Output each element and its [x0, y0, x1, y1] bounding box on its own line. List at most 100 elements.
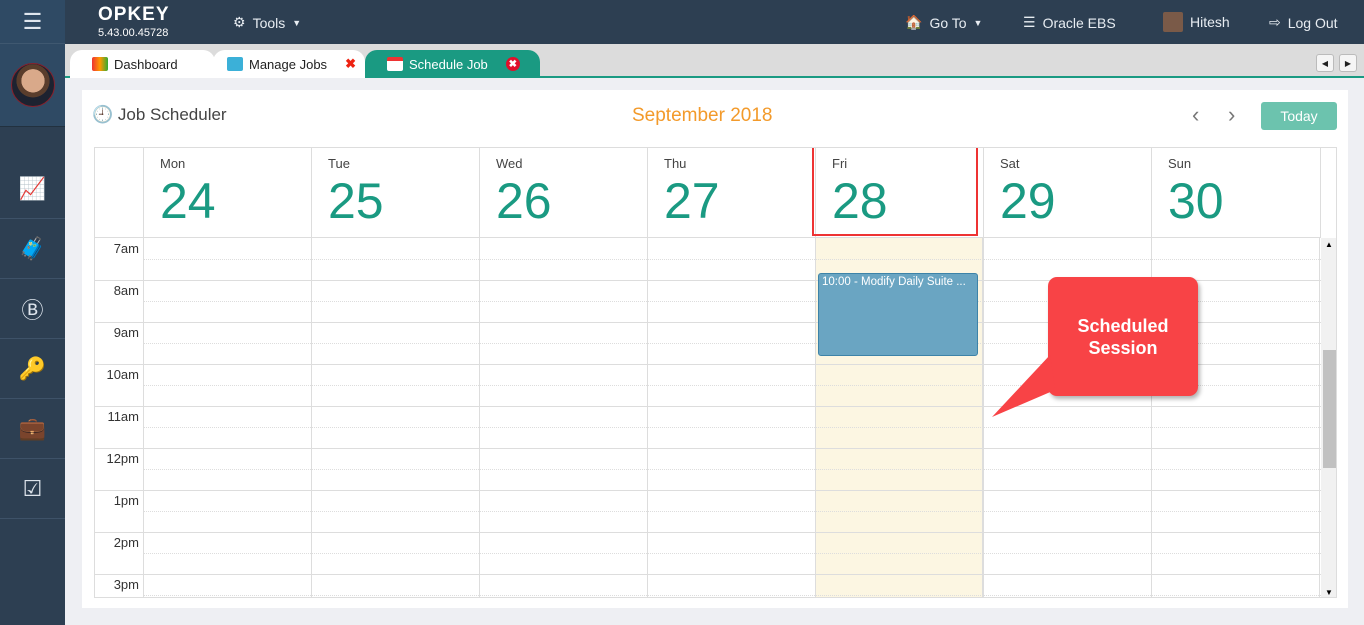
scroll-up-icon[interactable]: ▲	[1325, 240, 1333, 249]
half-hour-line	[143, 511, 1321, 512]
tab-label: Schedule Job	[409, 56, 488, 72]
callout-line2: Session	[1088, 338, 1158, 358]
day-header[interactable]: Thu 27	[648, 148, 816, 238]
day-header[interactable]: Mon 24	[144, 148, 312, 238]
annotation-callout: Scheduled Session	[1048, 277, 1198, 396]
half-hour-line	[143, 427, 1321, 428]
tab-bar: Dashboard Manage Jobs ✖ Schedule Job ✖ ◀ ▶	[65, 44, 1364, 78]
next-week-button[interactable]: ›	[1228, 102, 1235, 128]
time-label: 3pm	[113, 577, 139, 592]
time-label: 12pm	[106, 451, 139, 466]
logo: OPKEY	[98, 4, 170, 25]
avatar[interactable]	[10, 63, 55, 107]
day-column[interactable]	[144, 238, 312, 597]
business-process-icon[interactable]: Ⓑ	[0, 279, 65, 339]
briefcase-icon	[227, 57, 243, 71]
checklist-icon[interactable]: ☑	[0, 459, 65, 519]
jobs-icon[interactable]: 💼	[0, 399, 65, 459]
scrollbar-thumb[interactable]	[1323, 350, 1336, 468]
tab-scroll-right[interactable]: ▶	[1339, 54, 1357, 72]
project-link[interactable]: ☰ Oracle EBS	[1023, 14, 1116, 31]
close-icon[interactable]: ✖	[505, 57, 520, 71]
logout-button[interactable]: ⇨ Log Out	[1269, 14, 1338, 31]
tab-dashboard[interactable]: Dashboard	[70, 50, 215, 78]
half-hour-line	[143, 595, 1321, 596]
chart-icon	[92, 57, 108, 71]
day-header[interactable]: Sun 30	[1152, 148, 1321, 238]
menu-icon[interactable]: ☰	[0, 0, 65, 44]
hour-line	[95, 532, 1321, 533]
highlight-box	[812, 148, 978, 236]
hour-line	[95, 448, 1321, 449]
day-number: 27	[664, 173, 720, 229]
tab-manage-jobs[interactable]: Manage Jobs ✖	[213, 50, 365, 78]
callout-line1: Scheduled	[1077, 316, 1169, 336]
clock-icon: 🕘	[92, 105, 114, 124]
tab-label: Manage Jobs	[249, 56, 328, 72]
tools-label: Tools	[252, 14, 286, 31]
time-label: 2pm	[113, 535, 139, 550]
tab-scroll-left[interactable]: ◀	[1316, 54, 1334, 72]
caret-down-icon: ▼	[973, 17, 983, 28]
time-label: 7am	[113, 241, 139, 256]
callout-pointer	[992, 355, 1055, 417]
day-header[interactable]: Fri 28	[812, 148, 984, 238]
gears-icon: ⚙	[233, 14, 246, 30]
execution-icon[interactable]: 🧳	[0, 219, 65, 279]
tools-menu[interactable]: ⚙ Tools ▼	[233, 14, 301, 31]
goto-label: Go To	[929, 14, 967, 31]
day-number: 24	[160, 173, 216, 229]
calendar-event[interactable]: 10:00 - Modify Daily Suite ...	[818, 273, 978, 356]
day-name: Wed	[496, 156, 523, 171]
close-icon[interactable]: ✖	[345, 56, 356, 72]
day-number: 25	[328, 173, 384, 229]
day-column[interactable]	[648, 238, 816, 597]
day-name: Sun	[1168, 156, 1192, 171]
day-name: Tue	[328, 156, 350, 171]
calendar-icon	[387, 57, 403, 71]
logout-icon: ⇨	[1269, 14, 1281, 30]
day-name: Thu	[664, 156, 687, 171]
caret-down-icon: ▼	[292, 17, 302, 28]
hour-line	[95, 406, 1321, 407]
half-hour-line	[143, 259, 1321, 260]
time-label: 8am	[113, 283, 139, 298]
half-hour-line	[143, 553, 1321, 554]
day-header[interactable]: Tue 25	[312, 148, 480, 238]
user-menu[interactable]: Hitesh	[1163, 12, 1230, 32]
day-column[interactable]	[312, 238, 480, 597]
time-label: 11am	[107, 409, 139, 424]
sidebar: ☰ 📈 🧳 Ⓑ 🔑 💼 ☑	[0, 0, 65, 625]
list-icon: ☰	[1023, 14, 1036, 30]
day-name: Sat	[1000, 156, 1020, 171]
scroll-down-icon[interactable]: ▼	[1325, 588, 1333, 597]
title-text: Job Scheduler	[117, 105, 227, 124]
day-name: Mon	[160, 156, 186, 171]
home-icon: 🏠	[905, 14, 923, 30]
day-number: 30	[1168, 173, 1224, 229]
page-title: 🕘 Job Scheduler	[92, 105, 227, 125]
prev-week-button[interactable]: ‹	[1192, 102, 1199, 128]
half-hour-line	[143, 469, 1321, 470]
gutter-header	[95, 148, 144, 238]
day-number: 26	[496, 173, 552, 229]
tab-schedule-job[interactable]: Schedule Job ✖	[365, 50, 540, 78]
hour-line	[95, 490, 1321, 491]
day-header[interactable]: Wed 26	[480, 148, 648, 238]
day-header[interactable]: Sat 29	[984, 148, 1152, 238]
goto-menu[interactable]: 🏠 Go To ▼	[905, 14, 982, 31]
user-avatar	[1163, 12, 1183, 32]
version: 5.43.00.45728	[98, 27, 169, 39]
time-label: 10am	[106, 367, 139, 382]
day-column[interactable]	[480, 238, 648, 597]
test-case-icon[interactable]: 🔑	[0, 339, 65, 399]
time-label: 9am	[113, 325, 139, 340]
scrollbar[interactable]: ▲ ▼	[1321, 238, 1336, 597]
month-label: September 2018	[632, 105, 773, 126]
today-button[interactable]: Today	[1261, 102, 1337, 130]
day-number: 29	[1000, 173, 1056, 229]
tab-label: Dashboard	[114, 56, 178, 72]
time-label: 1pm	[113, 493, 139, 508]
project-label: Oracle EBS	[1042, 14, 1116, 31]
dashboard-chart-icon[interactable]: 📈	[0, 159, 65, 219]
